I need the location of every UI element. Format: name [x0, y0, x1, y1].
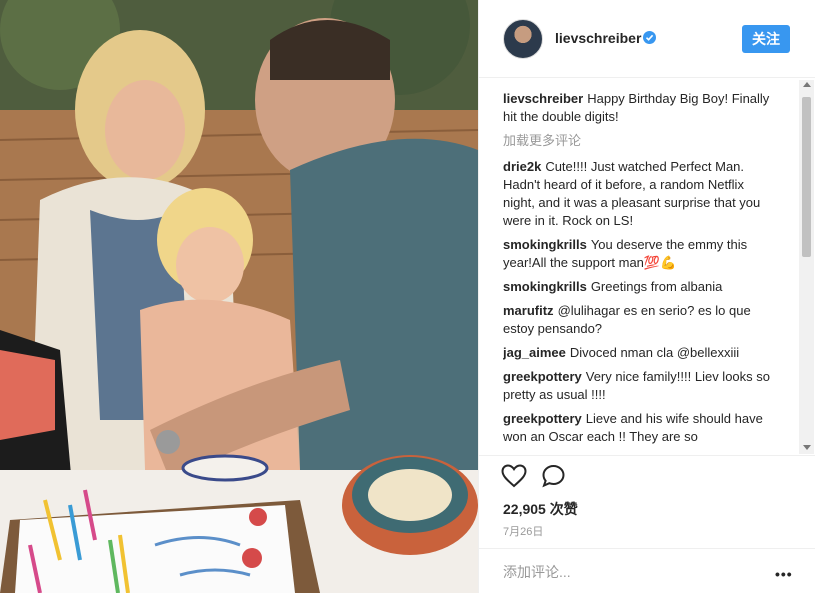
heart-icon[interactable] — [501, 464, 527, 488]
comment-username[interactable]: smokingkrills — [503, 237, 587, 252]
comment-item: marufitz @lulihagar es en serio? es lo qu… — [503, 302, 779, 338]
post-date: 7月26日 — [503, 526, 544, 538]
add-comment-input[interactable]: 添加评论... — [503, 562, 571, 582]
comment-username[interactable]: lievschreiber — [503, 91, 583, 106]
scroll-thumb[interactable] — [802, 97, 811, 257]
comment-username[interactable]: greekpottery — [503, 369, 582, 384]
comment-item: greekpottery Lieve and his wife should ha… — [503, 410, 779, 446]
comment-item: smokingkrills You deserve the emmy this y… — [503, 236, 779, 272]
post-actions: 22,905 次赞 7月26日 添加评论... ••• — [479, 455, 815, 593]
follow-button[interactable]: 关注 — [742, 25, 790, 53]
comments-scrollbar[interactable] — [799, 80, 814, 454]
caption: lievschreiber Happy Birthday Big Boy! Fin… — [503, 90, 779, 126]
likes-count[interactable]: 22,905 次赞 — [503, 499, 578, 519]
comment-text: Greetings from albania — [590, 279, 723, 294]
comment-item: smokingkrills Greetings from albania — [503, 278, 779, 296]
comment-username[interactable]: jag_aimee — [503, 345, 566, 360]
comment-item: drie2k Cute!!!! Just watched Perfect Man.… — [503, 158, 779, 230]
more-options-icon[interactable]: ••• — [775, 567, 793, 581]
comments-list: lievschreiber Happy Birthday Big Boy! Fin… — [503, 90, 779, 452]
comment-item: jag_aimee Divoced nman cla @bellexxiii — [503, 344, 779, 362]
verified-badge-icon — [643, 31, 656, 44]
scroll-down-arrow-icon[interactable] — [803, 445, 811, 450]
comment-text: Divoced nman cla @bellexxiii — [569, 345, 740, 360]
birthday-photo-illustration — [0, 0, 478, 593]
post-side-panel: lievschreiber 关注 lievschreiber Happy Birt… — [478, 0, 815, 593]
comment-item: greekpottery Very nice family!!!! Liev lo… — [503, 368, 779, 404]
post-header: lievschreiber 关注 — [479, 0, 815, 78]
username-link[interactable]: lievschreiber — [555, 30, 641, 46]
post-photo — [0, 0, 478, 593]
load-more-comments-link[interactable]: 加载更多评论 — [503, 132, 779, 150]
comment-username[interactable]: greekpottery — [503, 411, 582, 426]
comment-username[interactable]: marufitz — [503, 303, 554, 318]
comment-username[interactable]: drie2k — [503, 159, 541, 174]
comment-icon[interactable] — [541, 464, 567, 488]
scroll-up-arrow-icon[interactable] — [803, 82, 811, 87]
avatar[interactable] — [503, 19, 543, 59]
add-comment-bar: 添加评论... ••• — [479, 548, 815, 593]
comment-username[interactable]: smokingkrills — [503, 279, 587, 294]
comment-text: Cute!!!! Just watched Perfect Man. Hadn'… — [503, 159, 761, 228]
